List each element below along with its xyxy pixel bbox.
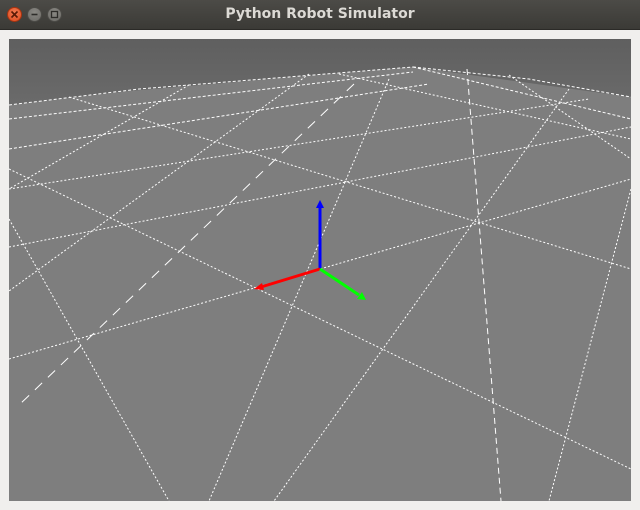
scene-canvas bbox=[9, 39, 631, 501]
window-title: Python Robot Simulator bbox=[225, 6, 415, 22]
3d-viewport[interactable] bbox=[9, 39, 631, 501]
title-bar[interactable]: Python Robot Simulator bbox=[0, 0, 640, 30]
